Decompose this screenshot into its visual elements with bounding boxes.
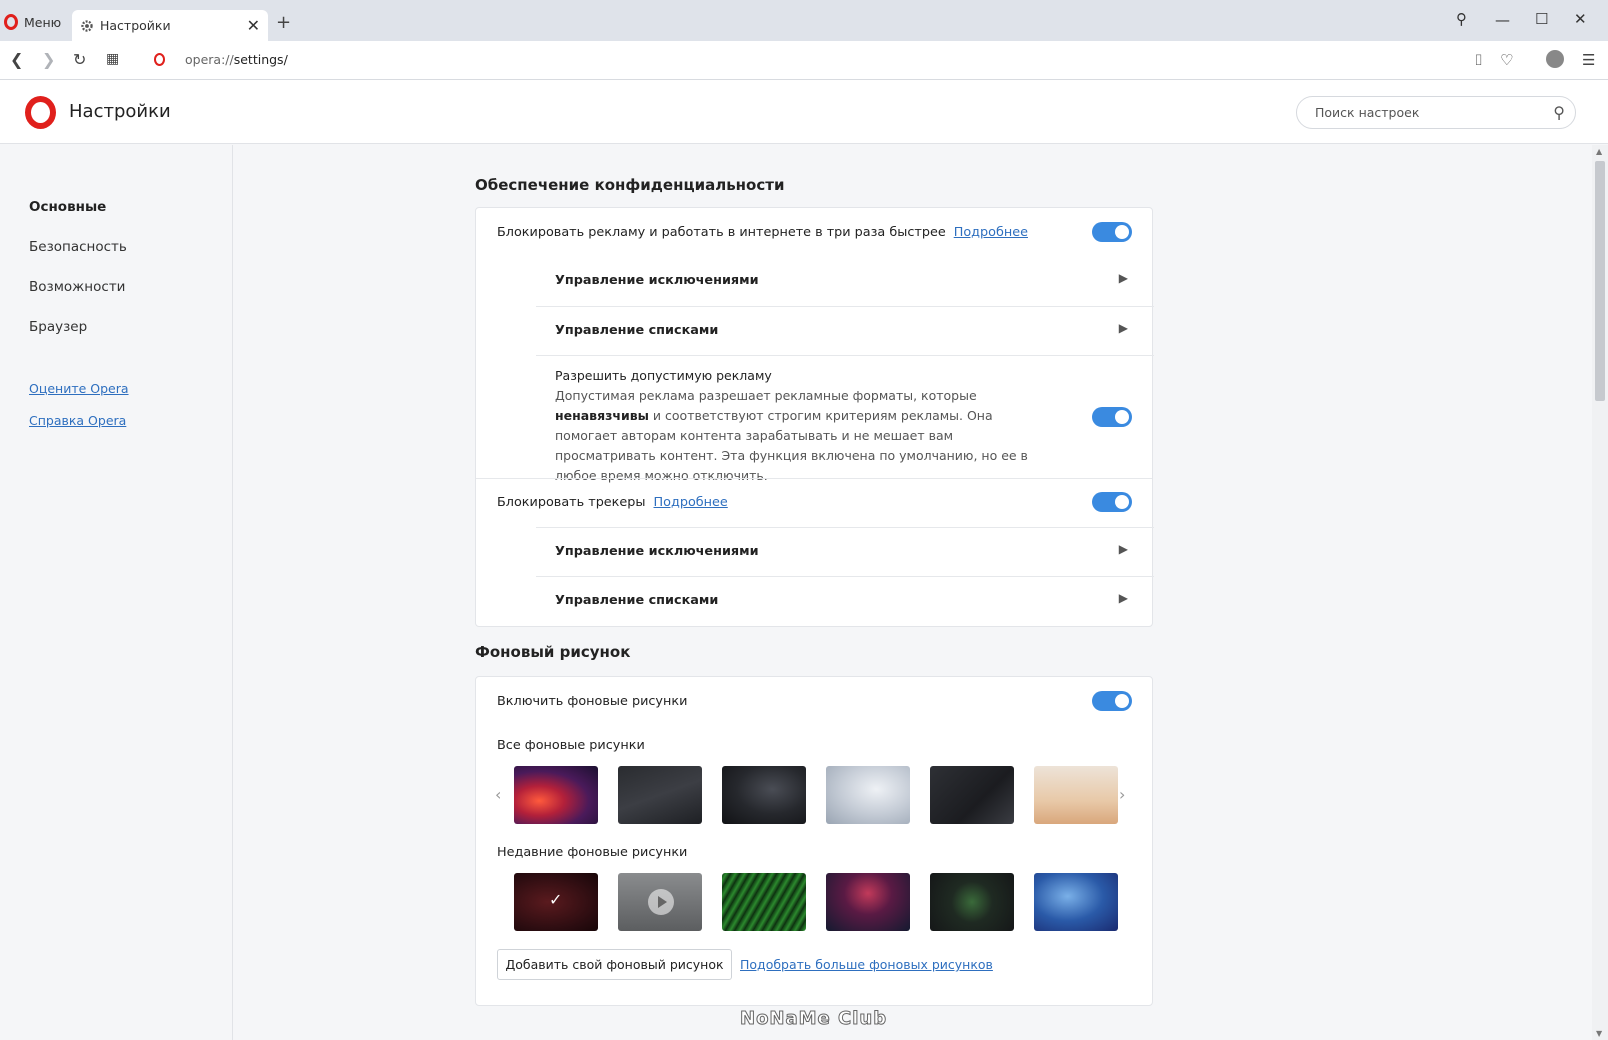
tab-settings[interactable]: Настройки ✕ <box>72 10 268 41</box>
wallpaper-thumb[interactable] <box>826 873 910 931</box>
watermark: NoNaMe Club <box>739 1008 888 1030</box>
acceptable-ads-text: Разрешить допустимую рекламу Допустимая … <box>555 366 1055 486</box>
add-wallpaper-button[interactable]: Добавить свой фоновый рисунок <box>497 949 732 980</box>
sidebar-item-security[interactable]: Безопасность <box>29 239 127 255</box>
forward-icon[interactable]: ❯ <box>42 50 55 69</box>
wallpaper-section-title: Фоновый рисунок <box>475 643 631 661</box>
settings-header: Настройки ⚲ <box>0 80 1608 144</box>
wallpaper-thumb[interactable] <box>1034 873 1118 931</box>
more-wallpapers-link[interactable]: Подобрать больше фоновых рисунков <box>740 957 993 972</box>
ads-lists-label: Управление списками <box>555 323 719 338</box>
trackers-exceptions-row[interactable]: Управление исключениями ▶ <box>536 527 1154 576</box>
block-trackers-toggle[interactable] <box>1092 492 1132 512</box>
page-title: Настройки <box>69 101 171 122</box>
chevron-right-icon: ▶ <box>1118 321 1128 335</box>
trackers-lists-row[interactable]: Управление списками ▶ <box>536 576 1154 625</box>
chevron-right-icon: ▶ <box>1118 542 1128 556</box>
wallpaper-thumb[interactable] <box>1034 766 1118 824</box>
enable-wallpapers-toggle[interactable] <box>1092 691 1132 711</box>
tab-search-icon[interactable]: ⚲ <box>1456 10 1467 28</box>
all-wallpapers-label: Все фоновые рисунки <box>497 738 645 753</box>
trackers-exceptions-label: Управление исключениями <box>555 544 759 559</box>
menu-label: Меню <box>24 14 62 30</box>
all-wallpapers-gallery <box>514 766 1118 824</box>
block-ads-row: Блокировать рекламу и работать в интерне… <box>476 208 1152 257</box>
scroll-up-icon[interactable]: ▲ <box>1596 147 1602 156</box>
gear-icon <box>81 19 93 32</box>
new-tab-button[interactable]: + <box>276 12 291 33</box>
wallpaper-card: Включить фоновые рисунки Все фоновые рис… <box>475 676 1153 1006</box>
recent-wallpapers-label: Недавние фоновые рисунки <box>497 845 688 860</box>
block-trackers-label: Блокировать трекеры <box>497 495 646 510</box>
wallpaper-thumb-video[interactable] <box>618 873 702 931</box>
block-ads-label: Блокировать рекламу и работать в интерне… <box>497 225 946 240</box>
wallpaper-thumb[interactable] <box>722 873 806 931</box>
minimize-icon[interactable]: — <box>1495 11 1510 29</box>
close-tab-icon[interactable]: ✕ <box>247 16 260 35</box>
sidebar: Основные Безопасность Возможности Браузе… <box>0 145 233 1040</box>
tab-strip: Меню Настройки ✕ + ⚲ — ☐ ✕ <box>0 0 1608 41</box>
url-path: settings/ <box>233 52 288 67</box>
checkmark-icon: ✓ <box>549 890 563 909</box>
recent-wallpapers-gallery: ✓ <box>514 873 1118 931</box>
wallpaper-thumb[interactable] <box>930 873 1014 931</box>
url-field[interactable]: opera://settings/ <box>185 52 288 67</box>
play-icon <box>648 889 674 915</box>
opera-logo-icon <box>4 14 18 30</box>
acceptable-ads-toggle[interactable] <box>1092 407 1132 427</box>
chevron-right-icon[interactable]: › <box>1119 785 1125 804</box>
chevron-left-icon[interactable]: ‹ <box>495 785 501 804</box>
enable-wallpapers-row: Включить фоновые рисунки <box>476 677 1152 726</box>
sidebar-item-basic[interactable]: Основные <box>29 199 106 215</box>
wallpaper-thumb-selected[interactable]: ✓ <box>514 873 598 931</box>
wallpaper-thumb[interactable] <box>930 766 1014 824</box>
scroll-thumb[interactable] <box>1595 161 1605 401</box>
scroll-down-icon[interactable]: ▼ <box>1596 1029 1602 1038</box>
search-icon[interactable]: ⚲ <box>1553 103 1565 122</box>
sidebar-item-browser[interactable]: Браузер <box>29 319 87 335</box>
page-scrollbar[interactable]: ▲ ▼ <box>1592 145 1608 1040</box>
settings-main: Обеспечение конфиденциальности Блокирова… <box>234 145 1589 1040</box>
opera-help-link[interactable]: Справка Opera <box>29 413 126 428</box>
window-close-icon[interactable]: ✕ <box>1574 10 1587 28</box>
acceptable-ads-description: Допустимая реклама разрешает рекламные ф… <box>555 388 1028 483</box>
enable-wallpapers-label: Включить фоновые рисунки <box>497 694 688 709</box>
opera-logo-icon <box>25 96 56 129</box>
privacy-card: Блокировать рекламу и работать в интерне… <box>475 207 1154 627</box>
address-bar: ❮ ❯ ↻ ▦ opera://settings/ ⌷ ♡ ☰ <box>0 41 1608 80</box>
wallpaper-thumb[interactable] <box>722 766 806 824</box>
bookmark-heart-icon[interactable]: ♡ <box>1500 51 1513 69</box>
block-ads-toggle[interactable] <box>1092 222 1132 242</box>
block-ads-more-link[interactable]: Подробнее <box>954 225 1028 240</box>
wallpaper-thumb[interactable] <box>618 766 702 824</box>
reload-icon[interactable]: ↻ <box>73 50 86 69</box>
block-trackers-more-link[interactable]: Подробнее <box>654 495 728 510</box>
url-prefix: opera:// <box>185 52 234 67</box>
rate-opera-link[interactable]: Оцените Opera <box>29 381 129 396</box>
privacy-section-title: Обеспечение конфиденциальности <box>475 176 785 194</box>
snapshot-camera-icon[interactable]: ⌷ <box>1474 51 1483 69</box>
profile-avatar-icon[interactable] <box>1546 50 1564 68</box>
sidebar-item-features[interactable]: Возможности <box>29 279 125 295</box>
tabs-grid-icon[interactable]: ▦ <box>106 51 119 67</box>
chevron-right-icon: ▶ <box>1118 271 1128 285</box>
easy-setup-icon[interactable]: ☰ <box>1582 51 1595 69</box>
trackers-lists-label: Управление списками <box>555 593 719 608</box>
maximize-icon[interactable]: ☐ <box>1535 10 1548 28</box>
settings-search[interactable]: ⚲ <box>1296 96 1576 129</box>
ads-exceptions-label: Управление исключениями <box>555 273 759 288</box>
tab-title: Настройки <box>100 18 171 33</box>
block-trackers-row: Блокировать трекеры Подробнее <box>476 478 1152 527</box>
back-icon[interactable]: ❮ <box>10 50 23 69</box>
ads-lists-row[interactable]: Управление списками ▶ <box>536 306 1154 355</box>
search-input[interactable] <box>1315 105 1535 120</box>
chevron-right-icon: ▶ <box>1118 591 1128 605</box>
wallpaper-thumb[interactable] <box>514 766 598 824</box>
site-opera-icon <box>154 53 165 70</box>
acceptable-ads-title: Разрешить допустимую рекламу <box>555 368 772 383</box>
ads-exceptions-row[interactable]: Управление исключениями ▶ <box>536 257 1154 306</box>
opera-menu-button[interactable]: Меню <box>4 14 61 30</box>
wallpaper-thumb[interactable] <box>826 766 910 824</box>
